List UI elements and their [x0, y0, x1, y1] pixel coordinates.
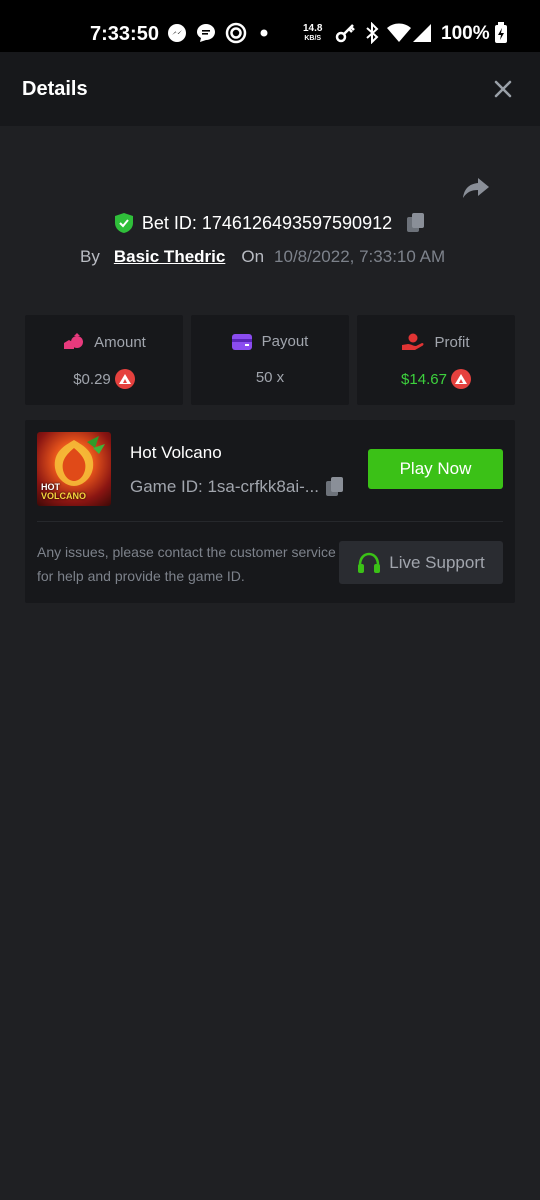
bet-id-row: Bet ID: 1746126493597590912 [0, 212, 540, 234]
amount-label: Amount [94, 333, 146, 351]
bet-date: 10/8/2022, 7:33:10 AM [274, 247, 446, 266]
share-icon [463, 178, 489, 198]
notification-dot-icon [259, 22, 269, 44]
by-label: By [80, 247, 100, 266]
card-icon [231, 333, 252, 350]
game-name: Hot Volcano [130, 443, 222, 462]
cell-signal-icon [412, 22, 432, 44]
status-bar: 7:33:50 14.8 KB/S 100% [0, 0, 540, 52]
network-speed: 14.8 KB/S [303, 23, 323, 43]
status-time: 7:33:50 [90, 23, 159, 45]
messenger-icon [166, 22, 188, 44]
game-id: Game ID: 1sa-crfkk8ai-... [130, 477, 319, 496]
close-button[interactable] [490, 76, 516, 102]
payout-label: Payout [261, 333, 309, 350]
bet-id: Bet ID: 1746126493597590912 [141, 212, 393, 233]
live-support-button[interactable]: Live Support [339, 541, 503, 584]
payout-value: 50 x [255, 369, 285, 386]
profit-card: Profit $14.67 [357, 315, 515, 405]
chat-bubble-icon [195, 22, 217, 44]
play-now-button[interactable]: Play Now [368, 449, 503, 489]
card-divider [37, 521, 503, 522]
game-thumbnail[interactable]: HOT VOLCANO [37, 432, 111, 506]
game-id-row: Game ID: 1sa-crfkk8ai-... [130, 476, 345, 498]
avax-coin-icon [114, 369, 135, 389]
avax-coin-icon [450, 369, 471, 389]
amount-value: $0.29 [73, 370, 111, 388]
copy-bet-id-button[interactable] [406, 212, 426, 234]
app-ring-icon [224, 22, 248, 44]
amount-card: Amount $0.29 [25, 315, 183, 405]
copy-game-id-button[interactable] [325, 476, 345, 498]
bluetooth-icon [363, 22, 381, 44]
username-link[interactable]: Basic Thedric [114, 247, 226, 267]
live-support-label: Live Support [389, 552, 485, 572]
on-label: On [241, 247, 265, 266]
share-button[interactable] [462, 176, 490, 200]
battery-percent: 100% [441, 23, 490, 44]
game-card: HOT VOLCANO Hot Volcano Game ID: 1sa-crf… [25, 420, 515, 603]
copy-icon [407, 213, 425, 232]
bet-author-row: By Basic Thedric On 10/8/2022, 7:33:10 A… [80, 247, 445, 267]
details-header: Details [0, 52, 540, 126]
thumbnail-caption: HOT VOLCANO [41, 482, 86, 501]
headset-icon [358, 552, 381, 573]
wifi-icon [387, 22, 411, 44]
battery-charging-icon [493, 22, 509, 44]
hand-coin-icon [402, 333, 424, 350]
copy-icon [325, 477, 343, 496]
close-icon [494, 80, 512, 98]
shield-check-icon [114, 213, 133, 233]
profit-value: $14.67 [401, 370, 447, 388]
support-note: Any issues, please contact the customer … [37, 544, 336, 584]
key-icon [335, 22, 357, 44]
profit-label: Profit [434, 333, 470, 351]
payout-card: Payout 50 x [191, 315, 349, 405]
money-bag-icon [64, 333, 84, 349]
page-title: Details [22, 78, 88, 100]
